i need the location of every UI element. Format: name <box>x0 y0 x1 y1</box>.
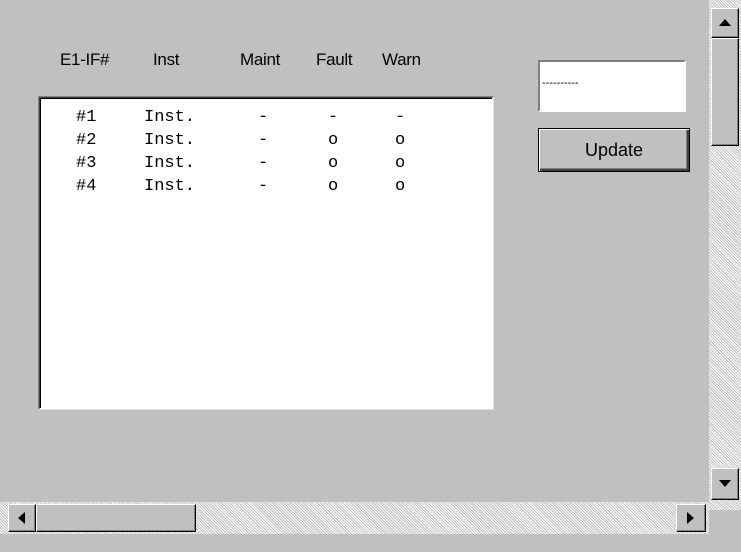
status-panel: E1-IF# Inst Maint Fault Warn #1 Inst. - … <box>0 0 709 484</box>
row-maint: - <box>258 131 269 150</box>
value-textbox[interactable] <box>538 60 686 112</box>
horizontal-scroll-thumb[interactable] <box>36 504 196 532</box>
row-fault: o <box>328 131 339 150</box>
row-fault: - <box>328 108 339 127</box>
update-button[interactable]: Update <box>538 128 690 172</box>
scroll-left-button[interactable] <box>8 504 36 532</box>
row-maint: - <box>258 108 269 127</box>
value-input[interactable] <box>542 72 662 94</box>
row-inst: Inst. <box>144 108 196 127</box>
arrow-right-icon <box>687 512 694 524</box>
list-item[interactable]: #2 Inst. - o o <box>40 131 492 153</box>
header-warn: Warn <box>382 50 421 69</box>
row-warn: o <box>395 154 406 173</box>
row-fault: o <box>328 154 339 173</box>
scroll-right-button[interactable] <box>676 504 706 532</box>
header-inst: Inst <box>153 50 180 69</box>
vertical-scroll-thumb[interactable] <box>711 38 739 146</box>
row-number: #3 <box>76 154 97 173</box>
row-inst: Inst. <box>144 131 196 150</box>
row-number: #1 <box>76 108 97 127</box>
row-warn: o <box>395 177 406 196</box>
arrow-left-icon <box>18 512 25 524</box>
list-item[interactable]: #4 Inst. - o o <box>40 177 492 199</box>
scroll-down-button[interactable] <box>711 468 739 500</box>
row-fault: o <box>328 177 339 196</box>
row-warn: - <box>395 108 406 127</box>
list-item[interactable]: #1 Inst. - - - <box>40 108 492 130</box>
scroll-up-button[interactable] <box>711 8 739 38</box>
row-number: #2 <box>76 131 97 150</box>
vertical-scrollbar[interactable] <box>709 0 741 510</box>
horizontal-scrollbar[interactable] <box>0 502 709 534</box>
scrollbar-corner <box>709 510 741 534</box>
row-number: #4 <box>76 177 97 196</box>
list-item[interactable]: #3 Inst. - o o <box>40 154 492 176</box>
row-inst: Inst. <box>144 154 196 173</box>
status-listbox[interactable]: #1 Inst. - - - #2 Inst. - o o #3 Inst. -… <box>38 96 494 410</box>
row-maint: - <box>258 177 269 196</box>
header-e1if: E1-IF# <box>60 50 110 69</box>
arrow-down-icon <box>719 480 731 487</box>
row-maint: - <box>258 154 269 173</box>
bottom-strip <box>0 534 741 552</box>
header-maint: Maint <box>240 50 281 69</box>
row-warn: o <box>395 131 406 150</box>
arrow-up-icon <box>719 19 731 26</box>
row-inst: Inst. <box>144 177 196 196</box>
header-fault: Fault <box>316 50 353 69</box>
